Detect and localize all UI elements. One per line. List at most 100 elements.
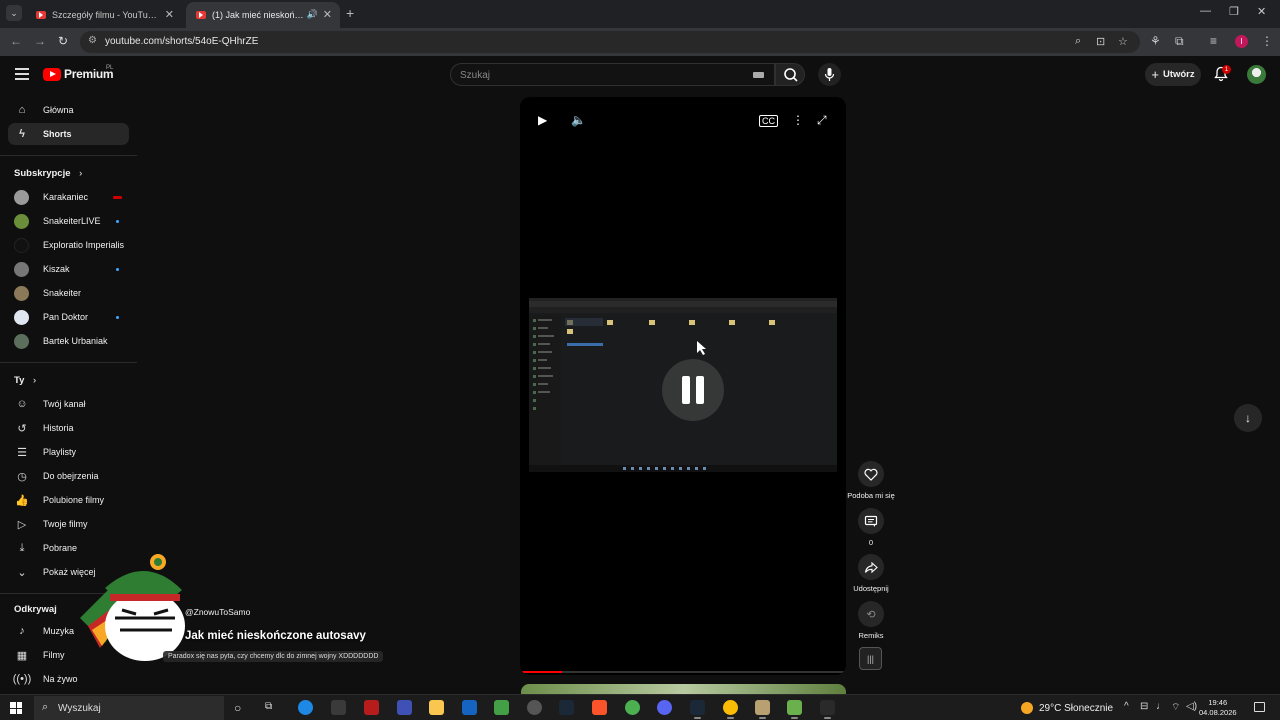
mail-icon[interactable] [462, 700, 477, 715]
sidebar-item-history[interactable]: ↺ Historia [8, 417, 129, 439]
audio-playing-icon[interactable]: 🔊 [307, 9, 318, 20]
you-header[interactable]: Ty › [14, 375, 36, 386]
hamburger-menu-icon[interactable] [15, 68, 29, 80]
network-drive-icon[interactable]: ⊟ [1140, 701, 1148, 712]
close-window-button[interactable]: ✕ [1257, 5, 1266, 18]
weather-widget[interactable]: 29°C Słonecznie [1021, 702, 1113, 714]
sidebar-item-exploratio-imperialis[interactable]: Exploratio Imperialis [8, 234, 129, 256]
sidebar-item-bartek-urbaniak[interactable]: Bartek Urbaniak [8, 330, 129, 352]
browser-toolbar: ← → ↻ ⚙ youtube.com/shorts/54oE-QHhrZE ⌕… [0, 28, 1280, 56]
app-v-icon[interactable] [364, 700, 379, 715]
keyboard-icon[interactable] [753, 72, 764, 78]
chrome-running-icon[interactable] [723, 700, 738, 719]
short-description[interactable]: Paradox się nas pyta, czy chcemy dlc do … [163, 651, 384, 662]
windows-start-icon[interactable] [10, 702, 22, 714]
account-avatar[interactable] [1247, 65, 1266, 84]
search-button[interactable] [775, 63, 805, 86]
steam-icon[interactable] [559, 700, 574, 715]
remix-button[interactable]: ⟲ [858, 601, 884, 627]
forward-icon[interactable]: → [34, 34, 46, 48]
sound-button[interactable]: ||| [859, 647, 882, 670]
tab-youtube-studio[interactable]: Szczegóły filmu - YouTube Studio ✕ [26, 2, 182, 28]
sidebar-item-shorts[interactable]: ϟ Shorts [8, 123, 129, 145]
game-app-icon[interactable] [755, 700, 770, 719]
sidebar-item-snakeiterlive[interactable]: SnakeiterLIVE [8, 210, 129, 232]
sidebar-item-karakaniec[interactable]: Karakaniec [8, 186, 129, 208]
speaker-icon[interactable]: ◁) [1186, 701, 1197, 712]
sidebar-item-label: Twój kanał [43, 399, 86, 409]
steam-running-icon[interactable] [690, 700, 705, 719]
shorts-player[interactable]: ▶ 🔈 CC ⋮ ⤢ [520, 97, 846, 675]
cortana-icon[interactable]: ○ [234, 701, 241, 715]
sidebar-item-home[interactable]: ⌂ Główna [8, 99, 129, 121]
search-input[interactable]: Szukaj [450, 63, 775, 86]
app-a-icon[interactable] [331, 700, 346, 715]
new-tab-button[interactable]: + [346, 5, 354, 21]
more-options-icon[interactable]: ⋮ [792, 113, 804, 127]
minimize-button[interactable]: — [1200, 5, 1211, 17]
sidebar-item-watch-later[interactable]: ◷ Do obejrzenia [8, 465, 129, 487]
video-progress-bar[interactable] [520, 671, 846, 673]
app-h-icon[interactable] [494, 700, 509, 715]
notification-center-icon[interactable] [1254, 702, 1265, 712]
reload-icon[interactable]: ↻ [58, 34, 68, 48]
profile-avatar[interactable]: I [1235, 35, 1248, 48]
url-text[interactable]: youtube.com/shorts/54oE-QHhrZE [105, 36, 258, 47]
comments-button[interactable] [858, 508, 884, 534]
address-bar[interactable]: ⚙ youtube.com/shorts/54oE-QHhrZE ⌕ ⊡ ☆ [80, 31, 1140, 53]
tab-search-button[interactable]: ⌄ [6, 5, 22, 21]
install-app-icon[interactable]: ⊡ [1096, 35, 1105, 48]
store-icon[interactable] [397, 700, 412, 715]
short-channel-name[interactable]: @ZnowuToSamo [185, 607, 250, 617]
tab-shorts[interactable]: (1) Jak mieć nieskończone autosavy 🔊 ✕ [186, 2, 340, 28]
youtube-premium-logo[interactable]: Premium PL [43, 65, 114, 81]
sidebar-item-your-channel[interactable]: ☺ Twój kanał [8, 393, 129, 415]
microphone-tray-icon[interactable]: ♩ [1156, 701, 1166, 712]
bookmark-star-icon[interactable]: ☆ [1118, 35, 1128, 48]
sidebar-item-playlists[interactable]: ☰ Playlisty [8, 441, 129, 463]
taskbar-search[interactable]: ⌕ Wyszukaj [34, 696, 224, 720]
edge-icon[interactable] [298, 700, 313, 715]
chrome-icon[interactable] [625, 700, 640, 715]
app-dark-icon[interactable] [820, 700, 835, 719]
restore-button[interactable]: ❐ [1229, 5, 1239, 18]
discord-icon[interactable] [657, 700, 672, 715]
browser-menu-icon[interactable]: ⋮ [1261, 34, 1273, 48]
tray-expand-icon[interactable]: ^ [1124, 701, 1129, 712]
pause-button[interactable] [662, 359, 724, 421]
sidebar-item-liked-videos[interactable]: 👍 Polubione filmy [8, 489, 129, 511]
fullscreen-icon[interactable]: ⤢ [817, 113, 827, 128]
remix-label: Remiks [858, 631, 884, 640]
voice-search-button[interactable] [818, 63, 841, 86]
sidebar-item-label: Filmy [43, 650, 65, 660]
extension-icon[interactable]: ⚘ [1150, 34, 1161, 48]
sidebar-item-snakeiter[interactable]: Snakeiter [8, 282, 129, 304]
wifi-icon[interactable]: ⌔ [1171, 701, 1180, 714]
file-explorer-icon[interactable] [429, 700, 444, 715]
puzzle-extensions-icon[interactable]: ⧉ [1175, 34, 1184, 49]
close-icon[interactable]: ✕ [165, 8, 174, 21]
zoom-icon[interactable]: ⌕ [1075, 35, 1081, 48]
site-info-icon[interactable]: ⚙ [88, 35, 97, 46]
task-view-icon[interactable]: ⧉ [265, 701, 272, 712]
share-button[interactable] [858, 554, 884, 580]
back-icon[interactable]: ← [10, 34, 22, 48]
media-control-icon[interactable]: ≡ [1210, 34, 1217, 48]
subscriptions-header[interactable]: Subskrypcje › [14, 168, 82, 179]
brave-icon[interactable] [592, 700, 607, 715]
sidebar-item-pan-doktor[interactable]: Pan Doktor [8, 306, 129, 328]
app-clock-icon[interactable] [527, 700, 542, 715]
play-icon[interactable]: ▶ [538, 113, 547, 127]
create-button[interactable]: + Utwórz [1145, 63, 1201, 86]
sidebar-item-your-videos[interactable]: ▷ Twoje filmy [8, 513, 129, 535]
channel-avatar [14, 213, 29, 229]
like-button[interactable] [858, 461, 884, 487]
new-content-dot [116, 267, 119, 271]
volume-icon[interactable]: 🔈 [571, 113, 586, 127]
app-green-icon[interactable] [787, 700, 802, 719]
sidebar-item-kiszak[interactable]: Kiszak [8, 258, 129, 280]
taskbar-clock[interactable]: 19:46 04.08.2026 [1199, 698, 1237, 718]
next-short-button[interactable]: ↓ [1234, 404, 1262, 432]
closed-captions-icon[interactable]: CC [759, 115, 778, 127]
close-icon[interactable]: ✕ [323, 8, 332, 21]
